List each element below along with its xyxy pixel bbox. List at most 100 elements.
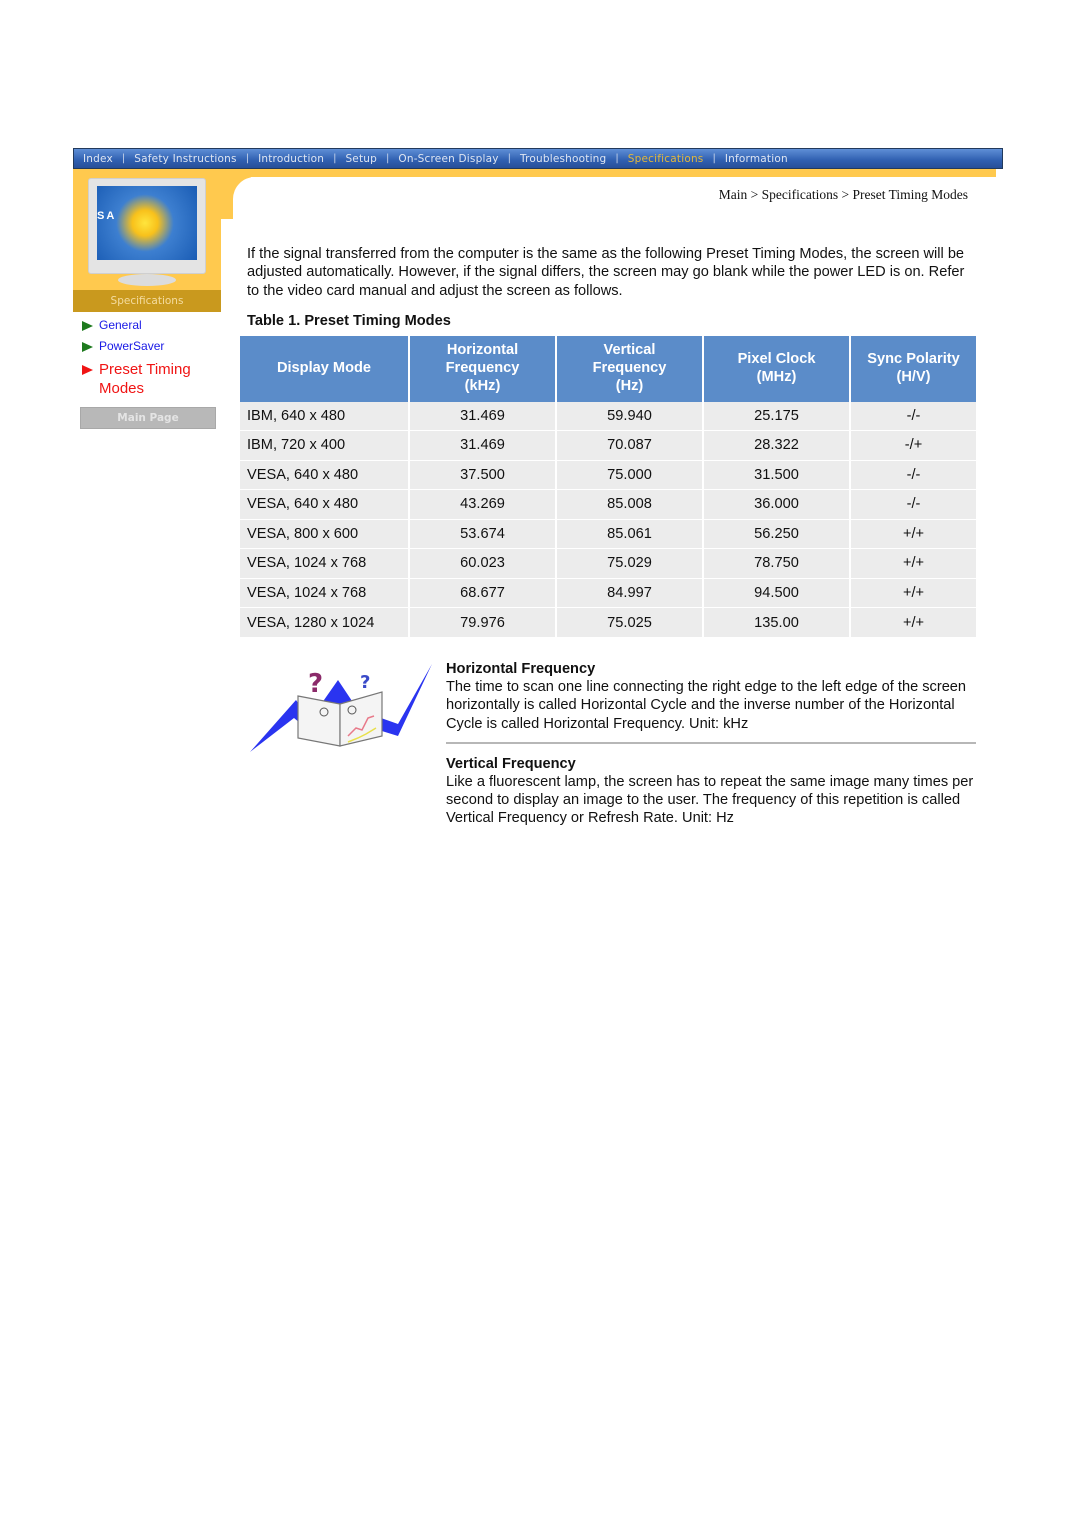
cell-sync-polarity: -/-: [850, 489, 976, 519]
question-mark-icon: ?: [308, 669, 323, 699]
book-question-illustration: ? ?: [250, 664, 432, 752]
cell-pixel-clock: 28.322: [703, 430, 851, 460]
nav-item-specifications[interactable]: Specifications: [619, 153, 713, 165]
cell-pixel-clock: 31.500: [703, 459, 851, 490]
table-row: VESA, 640 x 480 37.500 75.000 31.500 -/-: [240, 459, 976, 490]
cell-sync-polarity: +/+: [850, 607, 976, 637]
sidebar-item-preset-timing-modes[interactable]: Preset Timing Modes: [82, 360, 222, 398]
arrow-right-icon: [82, 321, 93, 331]
cell-horizontal-frequency: 68.677: [409, 577, 557, 608]
sidebar-item-label[interactable]: PowerSaver: [99, 339, 164, 354]
header-vertical-frequency: Vertical Frequency (Hz): [556, 336, 704, 401]
cell-vertical-frequency: 75.000: [556, 459, 704, 490]
monitor-screen-flower: [97, 186, 197, 260]
sidebar-section-label: Specifications: [73, 290, 221, 312]
header-text: Frequency: [445, 360, 520, 376]
sidebar-subnav: General PowerSaver Preset Timing Modes: [82, 318, 222, 404]
cell-display-mode: IBM, 640 x 480: [240, 400, 410, 431]
cell-display-mode: VESA, 1024 x 768: [240, 577, 410, 608]
cell-display-mode: IBM, 720 x 400: [240, 430, 410, 460]
top-navigation: Index | Safety Instructions | Introducti…: [73, 148, 1003, 169]
cell-pixel-clock: 25.175: [703, 400, 851, 431]
header-text: (H/V): [896, 369, 931, 385]
cell-horizontal-frequency: 31.469: [409, 430, 557, 460]
sidebar-item-label[interactable]: Preset Timing Modes: [99, 360, 222, 398]
nav-item-information[interactable]: Information: [716, 153, 797, 165]
nav-item-setup[interactable]: Setup: [336, 153, 386, 165]
table-header-row: Display Mode Horizontal Frequency (kHz) …: [240, 336, 976, 401]
cell-display-mode: VESA, 800 x 600: [240, 518, 410, 549]
cell-sync-polarity: +/+: [850, 577, 976, 608]
table-row: VESA, 1024 x 768 60.023 75.029 78.750 +/…: [240, 548, 976, 578]
header-text: Pixel Clock: [737, 351, 816, 367]
header-horizontal-frequency: Horizontal Frequency (kHz): [409, 336, 557, 401]
arrow-right-icon: [82, 365, 93, 375]
cell-vertical-frequency: 75.029: [556, 548, 704, 578]
cell-horizontal-frequency: 60.023: [409, 548, 557, 578]
breadcrumb: Main > Specifications > Preset Timing Mo…: [718, 187, 968, 202]
cell-horizontal-frequency: 53.674: [409, 518, 557, 549]
table-row: VESA, 640 x 480 43.269 85.008 36.000 -/-: [240, 489, 976, 519]
preset-timing-table: Display Mode Horizontal Frequency (kHz) …: [240, 336, 976, 637]
cell-vertical-frequency: 85.008: [556, 489, 704, 519]
table-caption: Table 1. Preset Timing Modes: [247, 313, 451, 329]
cell-sync-polarity: +/+: [850, 548, 976, 578]
cell-sync-polarity: -/-: [850, 400, 976, 431]
cell-display-mode: VESA, 640 x 480: [240, 489, 410, 519]
main-page-button[interactable]: Main Page: [80, 407, 216, 429]
cell-horizontal-frequency: 37.500: [409, 459, 557, 490]
cell-horizontal-frequency: 79.976: [409, 607, 557, 637]
definitions-section: Horizontal Frequency The time to scan on…: [446, 660, 976, 828]
arrow-right-icon: [82, 342, 93, 352]
cell-display-mode: VESA, 1024 x 768: [240, 548, 410, 578]
definition-body-vertical-frequency: Like a fluorescent lamp, the screen has …: [446, 773, 974, 827]
definition-title-horizontal-frequency: Horizontal Frequency: [446, 661, 596, 677]
cell-sync-polarity: +/+: [850, 518, 976, 549]
table-row: VESA, 1024 x 768 68.677 84.997 94.500 +/…: [240, 577, 976, 608]
cell-sync-polarity: -/-: [850, 459, 976, 490]
header-text: (MHz): [756, 369, 797, 385]
sidebar-item-powersaver[interactable]: PowerSaver: [82, 339, 222, 354]
cell-vertical-frequency: 85.061: [556, 518, 704, 549]
cell-display-mode: VESA, 1280 x 1024: [240, 607, 410, 637]
cell-vertical-frequency: 75.025: [556, 607, 704, 637]
monitor-brand-text: SA: [97, 210, 117, 222]
monitor-image: SA: [88, 178, 206, 274]
nav-item-safety-instructions[interactable]: Safety Instructions: [125, 153, 245, 165]
nav-item-on-screen-display[interactable]: On-Screen Display: [389, 153, 507, 165]
header-display-mode: Display Mode: [240, 336, 410, 401]
table-row: IBM, 720 x 400 31.469 70.087 28.322 -/+: [240, 430, 976, 460]
content-panel: [233, 177, 996, 237]
header-text: Display Mode: [276, 360, 372, 376]
definition-body-horizontal-frequency: The time to scan one line connecting the…: [446, 679, 967, 732]
divider: [446, 741, 976, 744]
table-row: VESA, 1280 x 1024 79.976 75.025 135.00 +…: [240, 607, 976, 637]
definition-title-vertical-frequency: Vertical Frequency: [446, 755, 576, 772]
header-pixel-clock: Pixel Clock (MHz): [703, 336, 851, 401]
header-text: Vertical: [603, 342, 656, 358]
table-row: VESA, 800 x 600 53.674 85.061 56.250 +/+: [240, 518, 976, 549]
cell-pixel-clock: 36.000: [703, 489, 851, 519]
cell-horizontal-frequency: 31.469: [409, 400, 557, 431]
cell-pixel-clock: 56.250: [703, 518, 851, 549]
question-mark-icon: ?: [360, 672, 370, 693]
header-text: Frequency: [592, 360, 667, 376]
nav-item-troubleshooting[interactable]: Troubleshooting: [511, 153, 615, 165]
header-text: Sync Polarity: [867, 351, 960, 367]
header-text: (kHz): [464, 378, 501, 394]
cell-pixel-clock: 94.500: [703, 577, 851, 608]
cell-sync-polarity: -/+: [850, 430, 976, 460]
monitor-stand: [118, 274, 176, 286]
header-text: (Hz): [615, 378, 644, 394]
cell-pixel-clock: 135.00: [703, 607, 851, 637]
intro-paragraph: If the signal transferred from the compu…: [247, 246, 965, 299]
cell-vertical-frequency: 84.997: [556, 577, 704, 608]
nav-item-index[interactable]: Index: [74, 153, 122, 165]
sidebar-item-label[interactable]: General: [99, 318, 142, 333]
cell-vertical-frequency: 70.087: [556, 430, 704, 460]
header-sync-polarity: Sync Polarity (H/V): [850, 336, 976, 401]
table-row: IBM, 640 x 480 31.469 59.940 25.175 -/-: [240, 400, 976, 431]
cell-display-mode: VESA, 640 x 480: [240, 459, 410, 490]
sidebar-item-general[interactable]: General: [82, 318, 222, 333]
nav-item-introduction[interactable]: Introduction: [249, 153, 333, 165]
